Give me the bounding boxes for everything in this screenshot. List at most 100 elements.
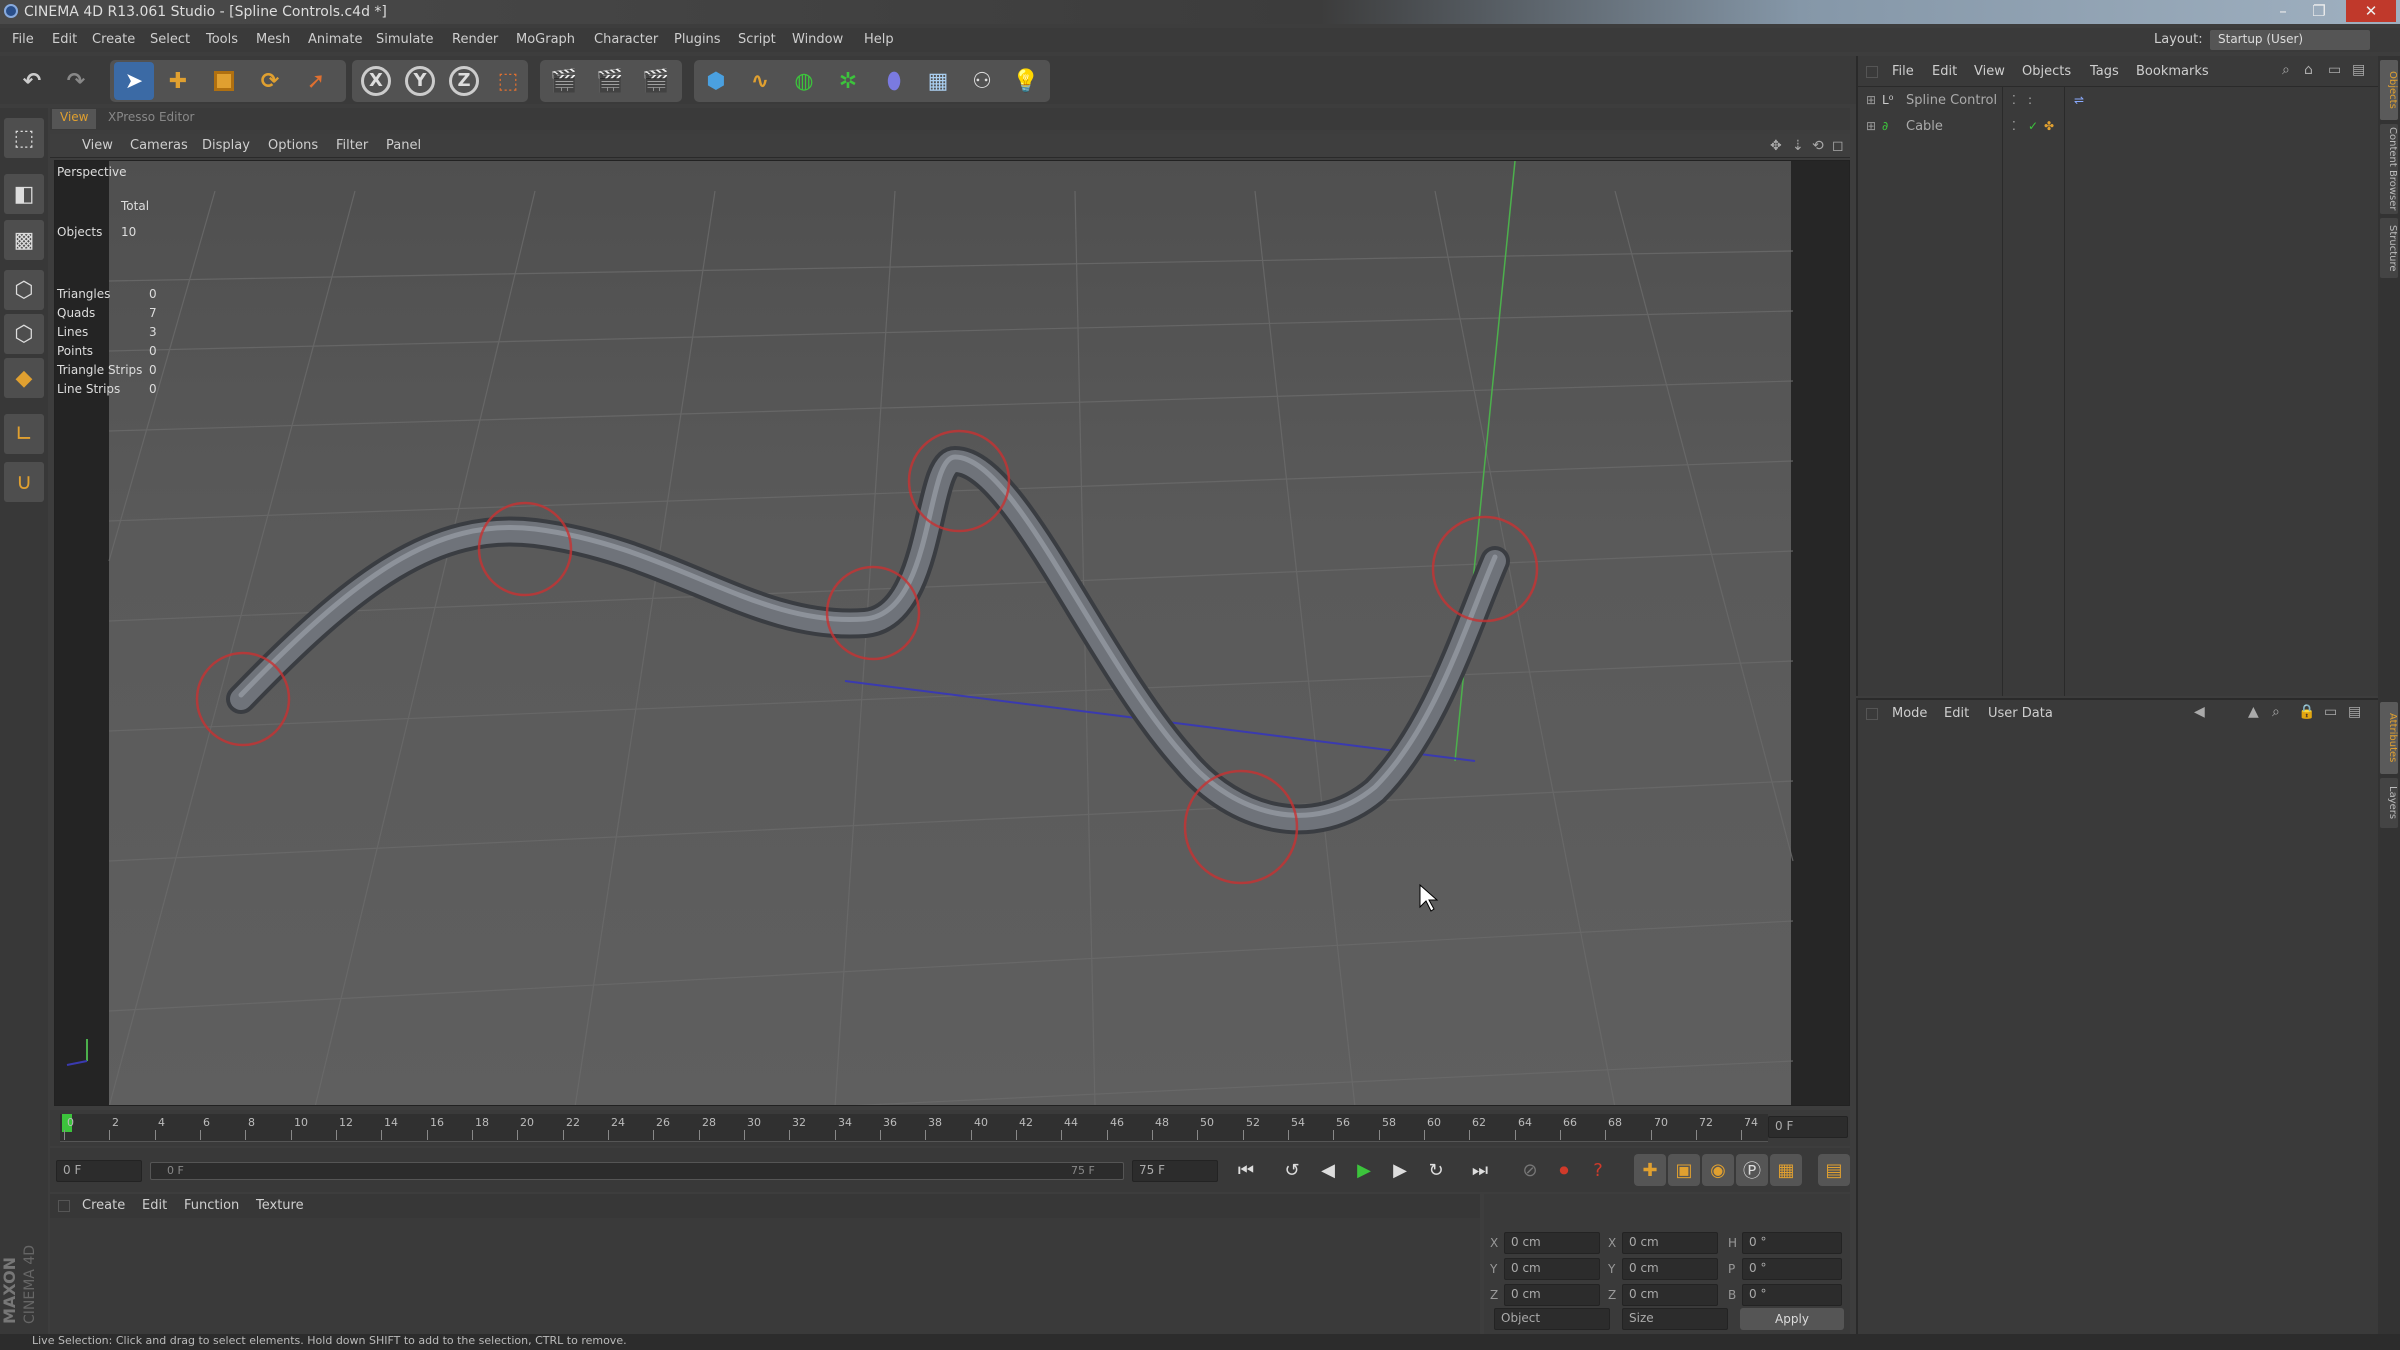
rotate-tool-button[interactable]: ⟳: [250, 62, 290, 100]
tab-attributes[interactable]: Attributes: [2380, 702, 2398, 774]
light-button[interactable]: 💡: [1006, 62, 1046, 100]
viewport-move-icon[interactable]: ✥: [1770, 138, 1782, 154]
goto-start-button[interactable]: ⏮: [1230, 1154, 1262, 1186]
home-icon[interactable]: ⌂: [2304, 62, 2313, 78]
back-arrow-icon[interactable]: ◀: [2194, 704, 2205, 720]
enable-icon[interactable]: :: [2028, 93, 2032, 107]
vp-menu-panel[interactable]: Panel: [386, 138, 421, 153]
pla-key-button[interactable]: ▦: [1770, 1154, 1802, 1186]
obj-menu-file[interactable]: File: [1892, 64, 1914, 79]
scale-key-button[interactable]: ▣: [1668, 1154, 1700, 1186]
end-frame-field[interactable]: 75 F: [1132, 1160, 1218, 1182]
enabled-check-icon[interactable]: ✓: [2028, 119, 2038, 133]
autokey-button[interactable]: ⏺: [1548, 1154, 1580, 1186]
object-row-cable[interactable]: ⊞ ∂ Cable ⁚ ✓ ✤: [1862, 116, 2372, 140]
tab-layers[interactable]: Layers: [2380, 778, 2398, 828]
step-back-button[interactable]: ◀: [1312, 1154, 1344, 1186]
nurbs-button[interactable]: ◍: [784, 62, 824, 100]
tab-objects[interactable]: Objects: [2380, 60, 2398, 120]
vp-menu-view[interactable]: View: [82, 138, 113, 153]
menu-help[interactable]: Help: [864, 32, 894, 47]
obj-menu-bookmarks[interactable]: Bookmarks: [2136, 64, 2209, 79]
panel-menu-icon[interactable]: ▤: [2352, 62, 2365, 78]
goto-end-button[interactable]: ⏭: [1464, 1154, 1496, 1186]
vp-menu-options[interactable]: Options: [268, 138, 318, 153]
mat-menu-function[interactable]: Function: [184, 1198, 239, 1213]
spline-button[interactable]: ∿: [740, 62, 780, 100]
attr-menu-user-data[interactable]: User Data: [1988, 706, 2053, 721]
tag-icon[interactable]: ✤: [2044, 119, 2054, 133]
coord-pos-x-field[interactable]: 0 cm: [1504, 1232, 1600, 1254]
polygons-mode-button[interactable]: ◆: [4, 358, 44, 398]
tab-xpresso-editor[interactable]: XPresso Editor: [100, 109, 202, 129]
material-area[interactable]: [50, 1218, 1480, 1334]
step-forward-button[interactable]: ▶: [1384, 1154, 1416, 1186]
make-editable-button[interactable]: ⬚: [4, 118, 44, 158]
axis-z-button[interactable]: Z: [444, 62, 484, 100]
param-key-button[interactable]: Ⓟ: [1736, 1154, 1768, 1186]
3d-viewport[interactable]: Perspective Total Objects 10 Triangles 0…: [54, 160, 1850, 1106]
floor-button[interactable]: ▦: [918, 62, 958, 100]
visibility-dots-icon[interactable]: ⁚: [2012, 93, 2016, 107]
obj-menu-objects[interactable]: Objects: [2022, 64, 2071, 79]
expand-icon[interactable]: ⊞: [1866, 93, 1876, 107]
attr-menu-mode[interactable]: Mode: [1892, 706, 1927, 721]
current-frame-field[interactable]: 0 F: [1768, 1116, 1848, 1138]
minimize-button[interactable]: –: [2266, 0, 2300, 22]
search-icon[interactable]: ⌕: [2282, 62, 2290, 78]
coord-size-x-field[interactable]: 0 cm: [1622, 1232, 1718, 1254]
start-frame-field[interactable]: 0 F: [56, 1160, 142, 1182]
play-button[interactable]: ▶: [1348, 1154, 1380, 1186]
texture-mode-button[interactable]: ▩: [4, 220, 44, 260]
obj-menu-view[interactable]: View: [1974, 64, 2005, 79]
coord-size-select[interactable]: Size: [1622, 1308, 1728, 1330]
tab-content-browser[interactable]: Content Browser: [2380, 124, 2398, 214]
new-view-icon[interactable]: ▭: [2328, 62, 2341, 78]
vp-menu-display[interactable]: Display: [202, 138, 250, 153]
lock-icon[interactable]: 🔒: [2298, 704, 2315, 720]
redo-button[interactable]: ↷: [56, 62, 96, 100]
apply-button[interactable]: Apply: [1740, 1308, 1844, 1330]
menu-file[interactable]: File: [12, 32, 34, 47]
cube-button[interactable]: ⬢: [696, 62, 736, 100]
visibility-dots-icon[interactable]: ⁚: [2012, 119, 2016, 133]
menu-plugins[interactable]: Plugins: [674, 32, 721, 47]
scale-tool-button[interactable]: [204, 62, 244, 100]
recent-tool-button[interactable]: ➚: [296, 62, 336, 100]
axis-y-button[interactable]: Y: [400, 62, 440, 100]
new-view-icon[interactable]: ▭: [2324, 704, 2337, 720]
points-mode-button[interactable]: ⬡: [4, 270, 44, 310]
goto-next-key-button[interactable]: ↻: [1420, 1154, 1452, 1186]
live-selection-button[interactable]: ➤: [114, 62, 154, 100]
record-keys-button[interactable]: ⊘: [1514, 1154, 1546, 1186]
camera-button[interactable]: ⚇: [962, 62, 1002, 100]
menu-create[interactable]: Create: [92, 32, 135, 47]
coord-size-z-field[interactable]: 0 cm: [1622, 1284, 1718, 1306]
undo-button[interactable]: ↶: [12, 62, 52, 100]
panel-menu-icon[interactable]: ▤: [2348, 704, 2361, 720]
tab-view[interactable]: View: [52, 109, 97, 129]
coord-rot-h-field[interactable]: 0 °: [1742, 1232, 1842, 1254]
viewport-rotate-icon[interactable]: ⟲: [1812, 138, 1824, 154]
obj-menu-edit[interactable]: Edit: [1932, 64, 1957, 79]
snap-button[interactable]: ∪: [4, 462, 44, 502]
render-picture-viewer-button[interactable]: 🎬: [590, 62, 630, 100]
coord-rot-b-field[interactable]: 0 °: [1742, 1284, 1842, 1306]
tab-structure[interactable]: Structure: [2380, 218, 2398, 278]
range-slider[interactable]: 0 F 75 F: [150, 1162, 1124, 1180]
coord-pos-y-field[interactable]: 0 cm: [1504, 1258, 1600, 1280]
pos-key-button[interactable]: ✚: [1634, 1154, 1666, 1186]
mat-menu-create[interactable]: Create: [82, 1198, 125, 1213]
obj-menu-tags[interactable]: Tags: [2090, 64, 2119, 79]
deformer-button[interactable]: ⬮: [874, 62, 914, 100]
menu-mograph[interactable]: MoGraph: [516, 32, 575, 47]
axis-mode-button[interactable]: ∟: [4, 414, 44, 454]
maximize-button[interactable]: ❐: [2302, 0, 2336, 22]
move-tool-button[interactable]: ✚: [158, 62, 198, 100]
edges-mode-button[interactable]: ⬡: [4, 314, 44, 354]
rotate-key-button[interactable]: ◉: [1702, 1154, 1734, 1186]
render-settings-button[interactable]: 🎬: [636, 62, 676, 100]
coord-size-y-field[interactable]: 0 cm: [1622, 1258, 1718, 1280]
xpresso-tag-icon[interactable]: ⇌: [2074, 93, 2084, 107]
vp-menu-cameras[interactable]: Cameras: [130, 138, 188, 153]
